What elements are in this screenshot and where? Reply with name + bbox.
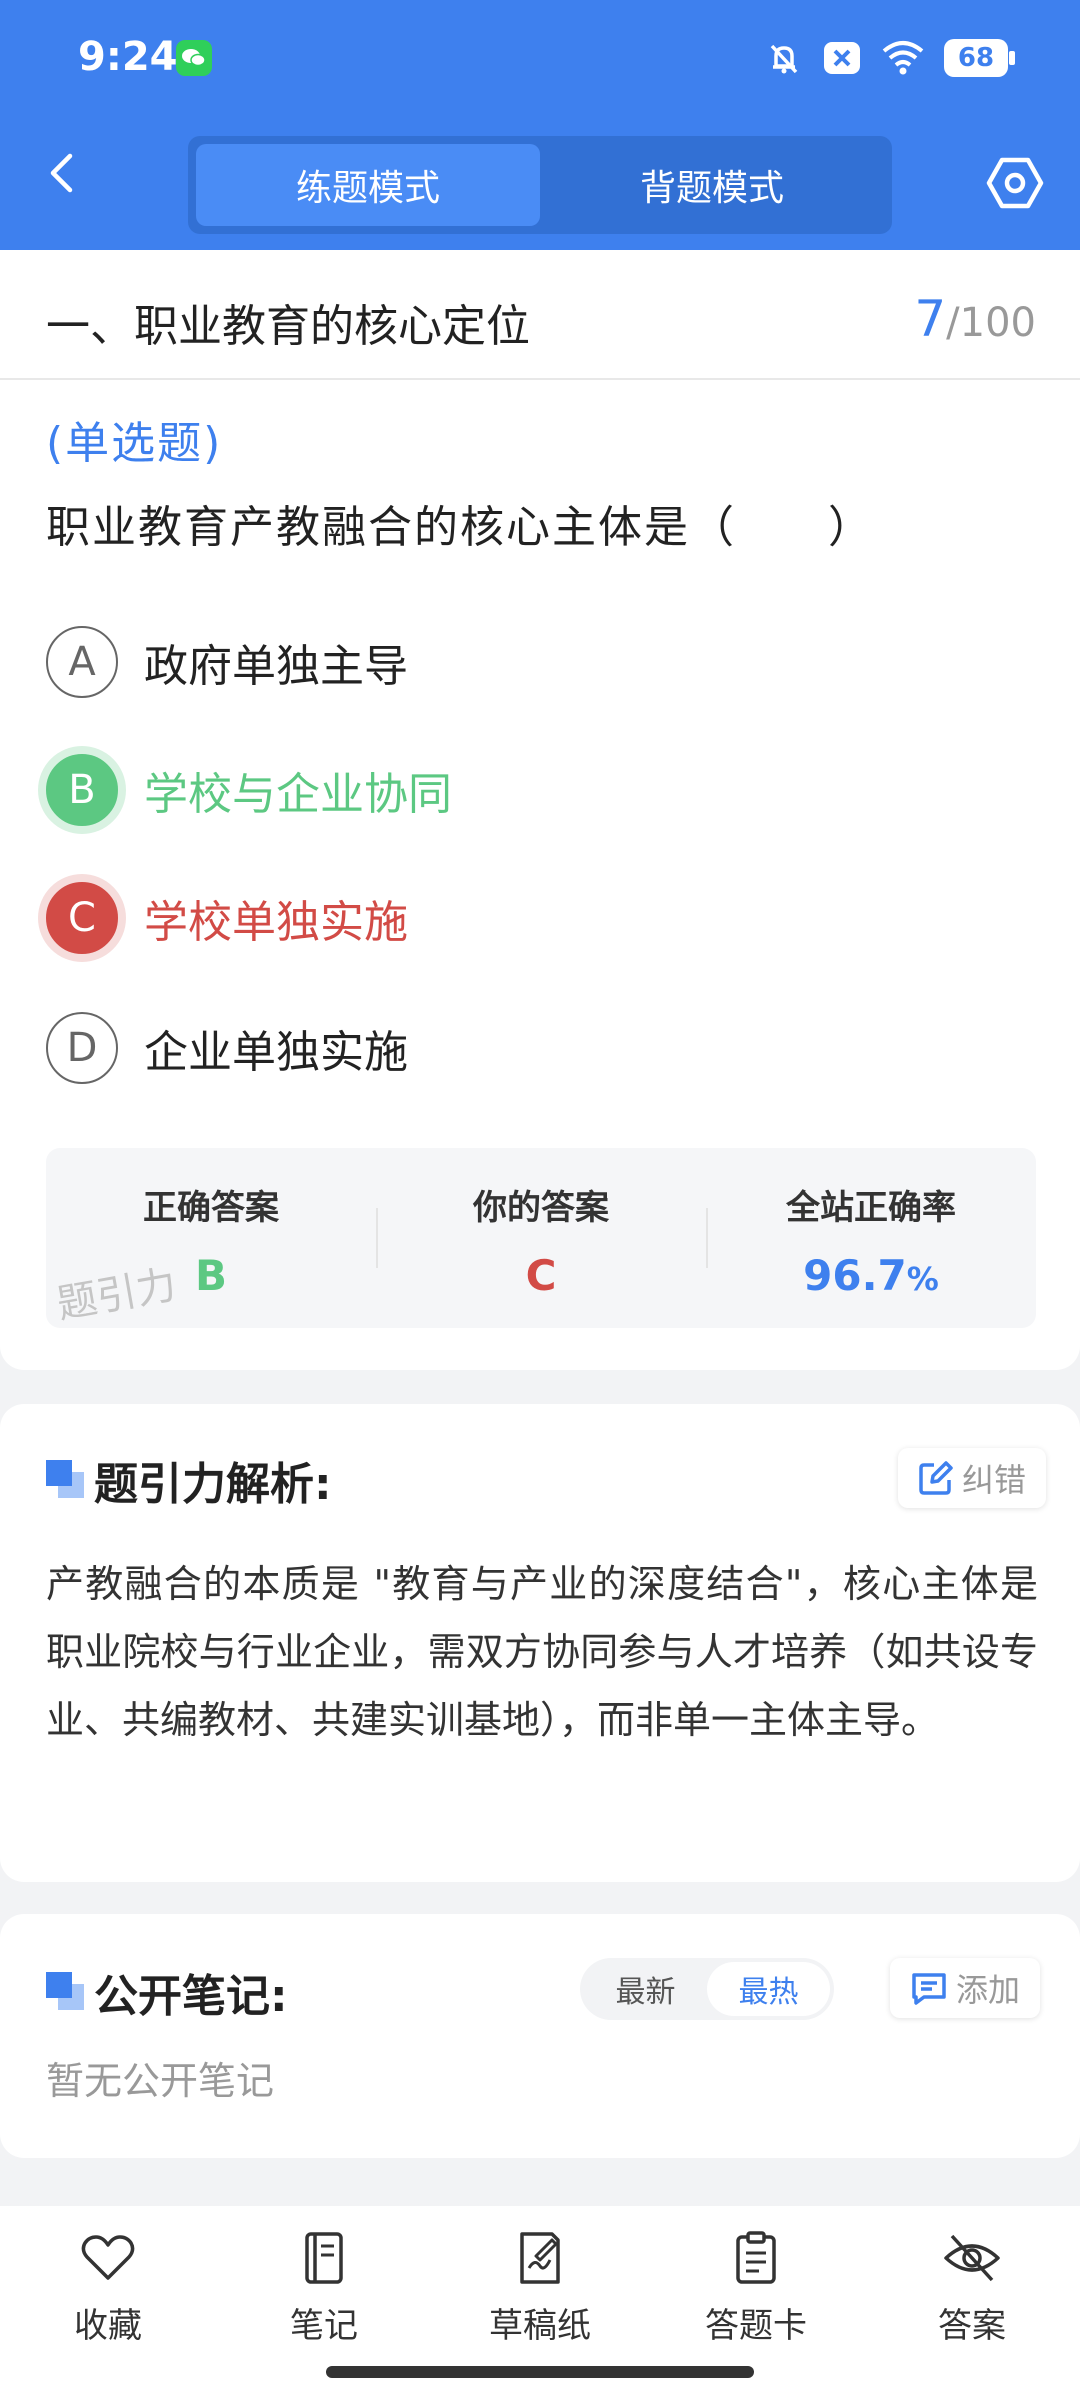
your-answer-column: 你的答案 C <box>376 1148 706 1328</box>
correct-answer-label: 正确答案 <box>143 1188 279 1228</box>
report-error-button[interactable]: 纠错 <box>898 1448 1047 1508</box>
accuracy-column: 全站正确率 96.7% <box>706 1148 1036 1328</box>
section-title: 一、职业教育的核心定位 <box>46 301 530 352</box>
public-notes-card <box>0 1914 1080 2158</box>
draft-paper-icon <box>520 2232 560 2284</box>
nav-answer[interactable]: 答案 <box>864 2206 1080 2400</box>
question-stem: (单选题) 职业教育产教融合的核心主体是（ ） <box>46 402 1036 570</box>
option-text: 企业单独实施 <box>144 1027 408 1078</box>
analysis-title: 题引力解析: <box>94 1459 332 1510</box>
option-b[interactable]: B 学校与企业协同 <box>46 750 452 830</box>
sort-latest[interactable]: 最新 <box>584 1962 707 2016</box>
option-letter: B <box>46 754 118 826</box>
notes-title: 公开笔记: <box>94 1971 288 2022</box>
eye-off-icon <box>944 2234 1000 2282</box>
your-answer-label: 你的答案 <box>473 1188 609 1228</box>
status-bar: 9:24 68 <box>0 0 1080 120</box>
header-divider <box>0 378 1080 380</box>
your-answer-value: C <box>525 1251 557 1300</box>
status-time: 9:24 <box>78 34 178 80</box>
option-text: 政府单独主导 <box>144 641 408 692</box>
question-type-label: (单选题) <box>46 418 223 469</box>
wechat-notification-icon <box>176 40 212 76</box>
report-error-label: 纠错 <box>962 1461 1027 1499</box>
answer-summary: 正确答案 B 你的答案 C 全站正确率 96.7% <box>46 1148 1036 1328</box>
nav-draft-paper-label: 草稿纸 <box>489 2306 591 2346</box>
option-letter: A <box>46 626 118 698</box>
nav-answer-sheet-label: 答题卡 <box>705 2306 807 2346</box>
status-icons: 68 <box>764 36 1015 80</box>
back-arrow-icon[interactable] <box>40 150 86 196</box>
sort-hottest[interactable]: 最热 <box>707 1962 830 2016</box>
analysis-section-icon <box>46 1460 84 1498</box>
edit-icon <box>919 1461 953 1495</box>
correct-answer-value: B <box>194 1251 227 1300</box>
home-indicator[interactable] <box>326 2366 754 2378</box>
battery-indicator: 68 <box>944 39 1015 77</box>
question-text: 职业教育产教融合的核心主体是（ ） <box>46 502 874 553</box>
option-letter: C <box>46 882 118 954</box>
answer-sheet-icon <box>736 2231 776 2284</box>
analysis-text: 产教融合的本质是 "教育与产业的深度结合"，核心主体是职业院校与行业企业，需双方… <box>46 1562 1038 1742</box>
tab-memorize-mode[interactable]: 背题模式 <box>540 144 884 226</box>
notes-sort-switch: 最新 最热 <box>580 1958 834 2020</box>
heart-icon <box>81 2235 135 2280</box>
mute-bell-icon <box>770 44 798 74</box>
close-box-icon <box>824 42 860 74</box>
notes-section-icon <box>46 1972 84 2010</box>
nav-favorite[interactable]: 收藏 <box>0 2206 216 2400</box>
nav-favorite-label: 收藏 <box>74 2306 142 2346</box>
add-note-label: 添加 <box>956 1971 1021 2009</box>
current-question-number: 7 <box>914 290 947 348</box>
question-progress: 7/100 <box>914 290 1036 348</box>
notebook-icon <box>305 2232 343 2284</box>
nav-answer-label: 答案 <box>938 2306 1006 2346</box>
empty-notes-text: 暂无公开笔记 <box>46 2059 275 2103</box>
option-d[interactable]: D 企业单独实施 <box>46 1008 408 1088</box>
option-letter: D <box>46 1012 118 1084</box>
accuracy-unit: % <box>906 1260 939 1298</box>
option-text: 学校与企业协同 <box>144 769 452 820</box>
accuracy-value: 96.7% <box>803 1251 939 1300</box>
total-questions: /100 <box>946 300 1036 346</box>
option-text: 学校单独实施 <box>144 897 408 948</box>
accuracy-number: 96.7 <box>803 1251 907 1300</box>
accuracy-label: 全站正确率 <box>786 1188 956 1228</box>
top-header: 9:24 68 练题模式 背题模式 <box>0 0 1080 250</box>
wifi-icon <box>882 41 924 75</box>
tab-practice-mode[interactable]: 练题模式 <box>196 144 540 226</box>
comment-add-icon <box>912 1973 946 2005</box>
option-c[interactable]: C 学校单独实施 <box>46 878 408 958</box>
settings-hexagon-icon[interactable] <box>986 154 1044 212</box>
option-a[interactable]: A 政府单独主导 <box>46 622 408 702</box>
nav-notes-label: 笔记 <box>290 2306 358 2346</box>
add-note-button[interactable]: 添加 <box>890 1958 1041 2018</box>
mode-switch: 练题模式 背题模式 <box>188 136 892 234</box>
